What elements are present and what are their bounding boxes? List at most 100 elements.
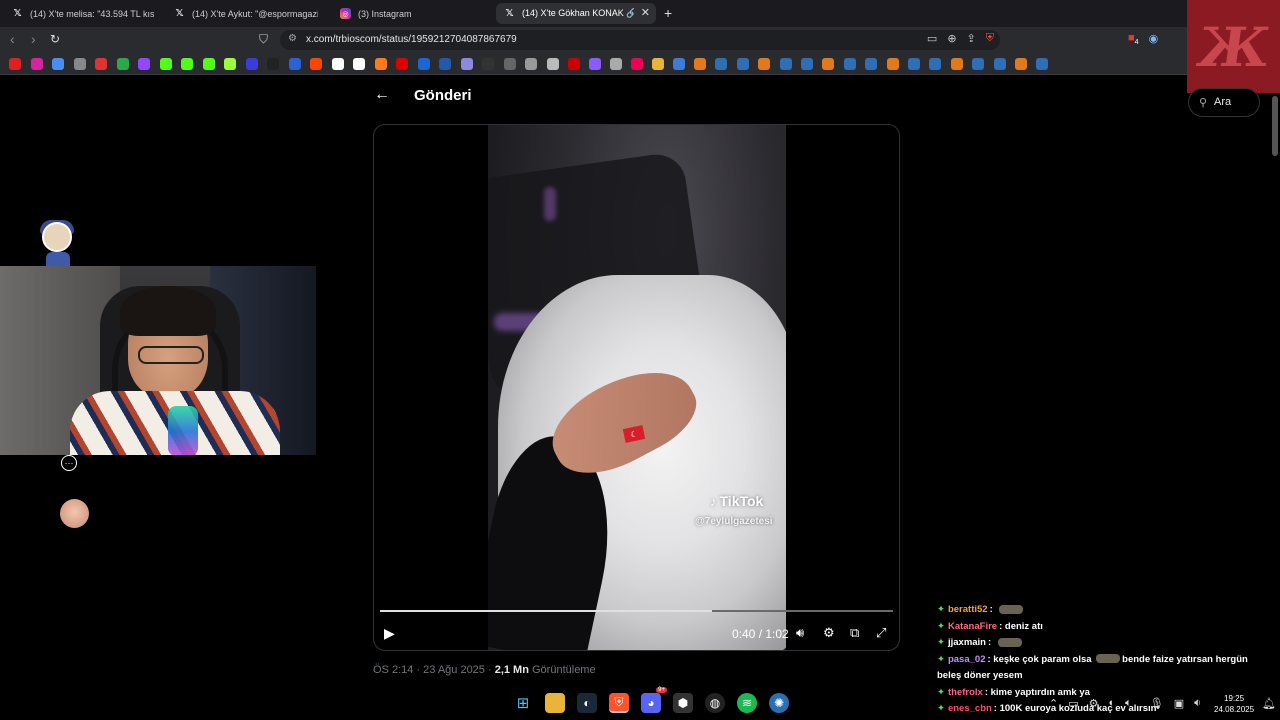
chat-username[interactable]: pasa_02 bbox=[948, 654, 986, 665]
discord-icon[interactable]: ◕ 9+ bbox=[641, 687, 667, 713]
bookmark-favicon-icon[interactable] bbox=[758, 58, 771, 70]
new-tab-button[interactable]: + bbox=[664, 5, 672, 21]
bookmark-favicon-icon[interactable] bbox=[610, 58, 622, 70]
bookmark-favicon-icon[interactable] bbox=[288, 58, 301, 70]
cast-icon[interactable]: ▭ bbox=[927, 32, 937, 45]
bookmark-favicon-icon[interactable] bbox=[331, 58, 344, 70]
bookmark-favicon-icon[interactable] bbox=[30, 58, 43, 70]
browser-tab-1[interactable]: 𝕏 (14) X'te melisa: "43.594 TL kısa günü bbox=[4, 3, 162, 24]
chat-username[interactable]: beratti52 bbox=[948, 604, 988, 615]
back-arrow-icon[interactable]: ← bbox=[374, 86, 390, 104]
bookmark-favicon-icon[interactable] bbox=[374, 58, 387, 70]
bookmark-favicon-icon[interactable] bbox=[568, 58, 580, 70]
bookmark-favicon-icon[interactable] bbox=[439, 58, 451, 70]
chat-username[interactable]: KatanaFire bbox=[948, 621, 997, 632]
more-options-icon[interactable]: ··· bbox=[61, 455, 77, 471]
bookmark-favicon-icon[interactable] bbox=[908, 58, 920, 70]
epic-games-icon[interactable]: ⬢ bbox=[673, 693, 693, 713]
spotify-icon[interactable]: ≋ bbox=[737, 693, 757, 713]
bookmark-favicon-icon[interactable] bbox=[353, 58, 365, 70]
steam-icon[interactable]: ◐ bbox=[577, 693, 597, 713]
page-scrollbar[interactable] bbox=[1272, 96, 1278, 156]
volume-tray-icon[interactable]: 🔉︎ bbox=[1194, 697, 1201, 710]
microphone-icon[interactable]: 🎙︎ bbox=[1150, 697, 1164, 710]
wallet-icon[interactable]: ◉ bbox=[1149, 32, 1159, 46]
bookmark-favicon-icon[interactable] bbox=[245, 58, 258, 70]
close-tab-icon[interactable]: ✕ bbox=[641, 6, 650, 19]
windows-start-icon[interactable]: ⊞ bbox=[513, 693, 533, 713]
bookmark-favicon-icon[interactable] bbox=[673, 58, 685, 70]
bookmark-favicon-icon[interactable] bbox=[993, 58, 1006, 70]
battle-net-icon[interactable]: ✺ bbox=[769, 693, 789, 713]
bookmark-favicon-icon[interactable] bbox=[972, 58, 985, 70]
bookmark-favicon-icon[interactable] bbox=[822, 58, 835, 70]
brave-browser-icon[interactable]: ⛨ bbox=[609, 693, 629, 713]
video-frame[interactable]: ☾ ♪ TikTok @7eylulgazetesi bbox=[488, 125, 786, 650]
bookmark-favicon-icon[interactable] bbox=[929, 58, 942, 70]
bookmark-favicon-icon[interactable] bbox=[9, 58, 21, 70]
tray-app-icon[interactable]: ▭ bbox=[1068, 697, 1078, 710]
bookmark-favicon-icon[interactable] bbox=[546, 58, 559, 70]
bookmark-favicon-icon[interactable] bbox=[396, 58, 408, 70]
bookmark-favicon-icon[interactable] bbox=[417, 58, 430, 70]
taskbar-clock[interactable]: 19:25 24.08.2025 bbox=[1214, 693, 1254, 715]
tray-chevron-icon[interactable]: ⌃ bbox=[1049, 697, 1058, 710]
chat-username[interactable]: enes_cbn bbox=[948, 703, 992, 714]
browser-tab-2[interactable]: 𝕏 (14) X'te Aykut: "@espormagazine Ş... bbox=[166, 3, 326, 24]
bookmark-favicon-icon[interactable] bbox=[694, 58, 706, 70]
bookmark-favicon-icon[interactable] bbox=[715, 58, 728, 70]
network-icon[interactable]: ▣ bbox=[1174, 697, 1184, 710]
fullscreen-icon[interactable]: ⤢ bbox=[876, 625, 886, 641]
bookmark-favicon-icon[interactable] bbox=[801, 58, 813, 70]
settings-icon[interactable]: ⚙ bbox=[823, 625, 835, 641]
volume-icon[interactable]: 🔊︎ bbox=[796, 625, 804, 641]
bookmark-favicon-icon[interactable] bbox=[482, 58, 494, 70]
bookmark-favicon-icon[interactable] bbox=[159, 58, 172, 70]
bookmark-favicon-icon[interactable] bbox=[503, 58, 516, 70]
search-input[interactable]: ⚲ Ara bbox=[1188, 88, 1260, 117]
zoom-icon[interactable]: ⊕ bbox=[947, 32, 956, 45]
extension-icon[interactable]: ■4 bbox=[1128, 32, 1139, 46]
bookmark-favicon-icon[interactable] bbox=[1036, 58, 1049, 70]
bookmark-favicon-icon[interactable] bbox=[631, 58, 643, 70]
bookmark-favicon-icon[interactable] bbox=[652, 58, 664, 70]
forward-icon[interactable]: › bbox=[31, 31, 36, 47]
bookmark-favicon-icon[interactable] bbox=[52, 58, 64, 70]
bookmark-favicon-icon[interactable] bbox=[116, 58, 129, 70]
back-icon[interactable]: ‹ bbox=[10, 31, 15, 47]
bookmark-favicon-icon[interactable] bbox=[181, 58, 193, 70]
bookmark-favicon-icon[interactable] bbox=[138, 58, 150, 70]
notifications-icon[interactable]: 🔔︎ bbox=[1262, 697, 1276, 710]
play-icon[interactable]: ▶ bbox=[384, 625, 395, 642]
chat-username[interactable]: thefrolx bbox=[948, 687, 983, 698]
video-player[interactable]: ☾ ♪ TikTok @7eylulgazetesi ▶ 0:40 / 1:02 … bbox=[373, 124, 900, 651]
address-bar[interactable]: ⚙ x.com/trbioscom/status/195921270408786… bbox=[280, 30, 1000, 50]
bookmark-favicon-icon[interactable] bbox=[95, 58, 107, 70]
tray-settings-icon[interactable]: ⚙ bbox=[1089, 697, 1099, 710]
bookmark-favicon-icon[interactable] bbox=[865, 58, 878, 70]
video-progress-bar[interactable] bbox=[380, 610, 893, 612]
browser-tab-3[interactable]: ◎ (3) Instagram bbox=[332, 3, 492, 24]
chat-username[interactable]: jjaxmain bbox=[948, 637, 986, 648]
post-timestamp[interactable]: ÖS 2:14 · 23 Ağu 2025 bbox=[373, 664, 485, 676]
bookmark-favicon-icon[interactable] bbox=[310, 58, 322, 70]
bookmark-favicon-icon[interactable] bbox=[460, 58, 473, 70]
pip-icon[interactable]: ⧉ bbox=[850, 625, 859, 641]
bookmark-favicon-icon[interactable] bbox=[736, 58, 749, 70]
bookmark-favicon-icon[interactable] bbox=[73, 58, 86, 70]
bookmark-favicon-icon[interactable] bbox=[779, 58, 792, 70]
site-info-icon[interactable]: ⚙ bbox=[288, 33, 297, 44]
bookmark-page-icon[interactable]: ⛉ bbox=[259, 32, 268, 47]
file-explorer-icon[interactable] bbox=[545, 693, 565, 713]
bookmark-favicon-icon[interactable] bbox=[843, 58, 856, 70]
brave-shield-icon[interactable]: ⛨ bbox=[986, 32, 994, 45]
tray-steam-icon[interactable]: ◐ bbox=[1109, 697, 1116, 710]
bookmark-favicon-icon[interactable] bbox=[886, 58, 899, 70]
bookmark-favicon-icon[interactable] bbox=[1015, 58, 1027, 70]
browser-tab-4-active[interactable]: 𝕏 (14) X'te Gökhan KONAK 🔗: "Al ✕ bbox=[496, 3, 656, 24]
bookmark-favicon-icon[interactable] bbox=[202, 58, 215, 70]
bookmark-favicon-icon[interactable] bbox=[224, 58, 236, 70]
obs-icon[interactable]: ◍ bbox=[705, 693, 725, 713]
reload-icon[interactable]: ↻ bbox=[50, 32, 60, 46]
share-icon[interactable]: ⇪ bbox=[967, 32, 976, 45]
